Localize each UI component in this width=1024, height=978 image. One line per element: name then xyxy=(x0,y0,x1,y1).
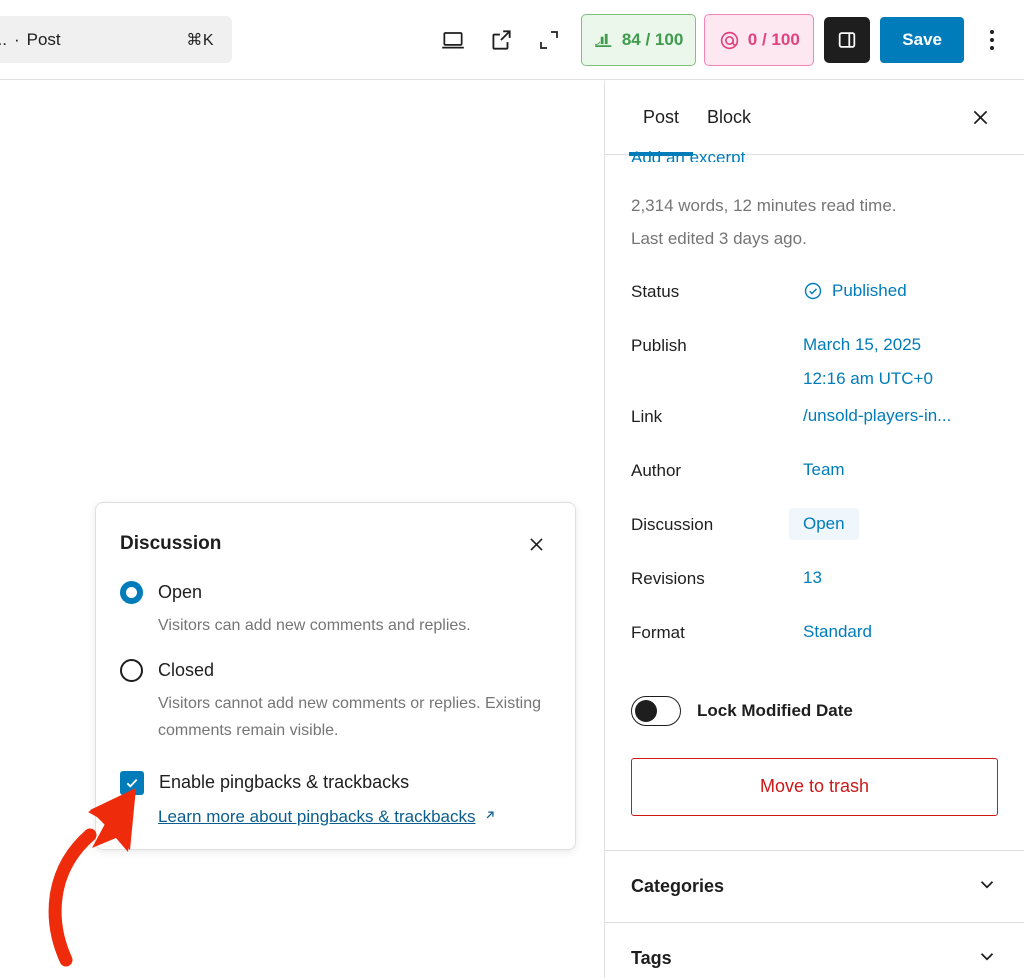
meta-label-status: Status xyxy=(631,282,680,302)
expand-icon[interactable] xyxy=(525,16,573,64)
meta-row-revisions: Revisions 13 xyxy=(631,560,998,614)
lock-modified-date-label: Lock Modified Date xyxy=(697,700,853,720)
meta-value-link[interactable]: /unsold-players-in... xyxy=(803,404,951,429)
sidebar-body: Add an excerpt 2,314 words, 12 minutes r… xyxy=(605,148,1024,816)
radio-open-icon xyxy=(120,581,143,604)
discussion-popover-header: Discussion xyxy=(120,529,551,559)
toolbar-actions: 84 / 100 0 / 100 Save xyxy=(429,0,1014,80)
checkbox-checked-icon xyxy=(120,770,144,795)
close-icon[interactable] xyxy=(960,98,1000,138)
meta-label-publish: Publish xyxy=(631,336,687,356)
meta-value-discussion[interactable]: Open xyxy=(789,507,859,541)
meta-value-status[interactable]: Published xyxy=(803,279,907,309)
ai-score-badge[interactable]: 0 / 100 xyxy=(704,14,815,66)
lock-modified-date-toggle[interactable] xyxy=(631,695,681,726)
radio-closed-icon xyxy=(120,659,143,683)
add-excerpt-link[interactable]: Add an excerpt xyxy=(631,148,745,162)
chevron-down-icon xyxy=(976,945,998,972)
editor-window: Au... · Post ⌘K xyxy=(0,0,1024,978)
desktop-preview-icon[interactable] xyxy=(429,16,477,64)
meta-value-revisions[interactable]: 13 xyxy=(803,566,822,591)
save-button[interactable]: Save xyxy=(880,17,964,63)
meta-row-format: Format Standard xyxy=(631,614,998,668)
post-meta-list: Status Published Publish March 15, 2025 xyxy=(631,273,998,667)
lock-modified-date-row[interactable]: Lock Modified Date xyxy=(631,695,998,726)
last-edited-line: Last edited 3 days ago. xyxy=(631,229,807,249)
word-count-line: 2,314 words, 12 minutes read time. xyxy=(631,196,897,215)
meta-value-author[interactable]: Team xyxy=(803,458,845,483)
command-bar-shortcut: ⌘K xyxy=(186,31,214,49)
sidebar-tabs: Post Block xyxy=(605,81,1024,156)
close-icon[interactable] xyxy=(521,529,551,559)
command-bar-post-type: Post xyxy=(26,29,61,49)
discussion-option-closed-help: Visitors cannot add new comments or repl… xyxy=(158,695,541,740)
learn-more-pingbacks-label: Learn more about pingbacks & trackbacks xyxy=(158,806,476,826)
meta-row-status: Status Published xyxy=(631,273,998,327)
tab-block[interactable]: Block xyxy=(693,81,765,155)
panel-tags-label: Tags xyxy=(631,947,672,968)
ai-target-icon xyxy=(720,31,739,49)
ai-score-value: 0 / 100 xyxy=(747,30,800,49)
meta-label-link: Link xyxy=(631,406,663,426)
discussion-option-open-help: Visitors can add new comments and replie… xyxy=(158,617,471,634)
meta-row-discussion: Discussion Open xyxy=(631,506,998,560)
meta-row-publish: Publish March 15, 2025 12:16 am UTC+0 xyxy=(631,327,998,397)
editor-toolbar: Au... · Post ⌘K xyxy=(0,0,1024,80)
external-link-icon[interactable] xyxy=(477,16,525,64)
learn-more-pingbacks-link[interactable]: Learn more about pingbacks & trackbacks xyxy=(158,807,497,827)
command-bar-separator: · xyxy=(13,29,20,49)
publish-time: 12:16 am UTC+0 xyxy=(803,368,933,388)
panel-categories-label: Categories xyxy=(631,875,725,896)
discussion-option-closed-label: Closed xyxy=(158,660,215,681)
meta-row-link: Link /unsold-players-in... xyxy=(631,398,998,452)
meta-value-format[interactable]: Standard xyxy=(803,620,872,645)
seo-bar-chart-icon xyxy=(594,33,612,47)
tab-post[interactable]: Post xyxy=(629,81,694,156)
discussion-option-closed[interactable]: Closed xyxy=(120,659,551,683)
publish-date: March 15, 2025 xyxy=(803,335,922,355)
meta-value-status-text: Published xyxy=(832,281,907,301)
meta-value-publish[interactable]: March 15, 2025 12:16 am UTC+0 xyxy=(803,333,933,391)
command-bar[interactable]: Au... · Post ⌘K xyxy=(0,16,232,63)
discussion-popover: Discussion Open Visitors can add new com… xyxy=(95,502,576,850)
chevron-down-icon xyxy=(976,873,998,900)
kebab-menu-icon[interactable] xyxy=(970,16,1014,64)
meta-label-discussion: Discussion xyxy=(631,514,714,534)
post-settings-sidebar: Post Block Add an excerpt 2,314 words, 1… xyxy=(604,81,1024,978)
post-stats: 2,314 words, 12 minutes read time. Last … xyxy=(631,155,998,255)
settings-panel-icon[interactable] xyxy=(824,17,871,63)
check-circle-icon xyxy=(803,281,823,309)
discussion-popover-title: Discussion xyxy=(120,533,222,554)
discussion-option-open[interactable]: Open xyxy=(120,581,551,604)
sidebar-panels: Categories Tags xyxy=(605,849,1024,978)
panel-categories[interactable]: Categories xyxy=(605,849,1024,922)
meta-row-author: Author Team xyxy=(631,452,998,506)
meta-label-format: Format xyxy=(631,622,685,642)
external-arrow-icon xyxy=(483,807,497,827)
seo-score-badge[interactable]: 84 / 100 xyxy=(580,14,697,66)
command-bar-site-title: Au... xyxy=(0,29,7,49)
meta-label-revisions: Revisions xyxy=(631,568,705,588)
meta-label-author: Author xyxy=(631,460,682,480)
pingbacks-checkbox-row[interactable]: Enable pingbacks & trackbacks xyxy=(120,770,551,795)
seo-score-value: 84 / 100 xyxy=(621,30,684,49)
move-to-trash-button[interactable]: Move to trash xyxy=(631,757,998,816)
pingbacks-checkbox-label: Enable pingbacks & trackbacks xyxy=(159,772,410,793)
panel-tags[interactable]: Tags xyxy=(605,921,1024,978)
discussion-option-open-label: Open xyxy=(158,582,203,602)
